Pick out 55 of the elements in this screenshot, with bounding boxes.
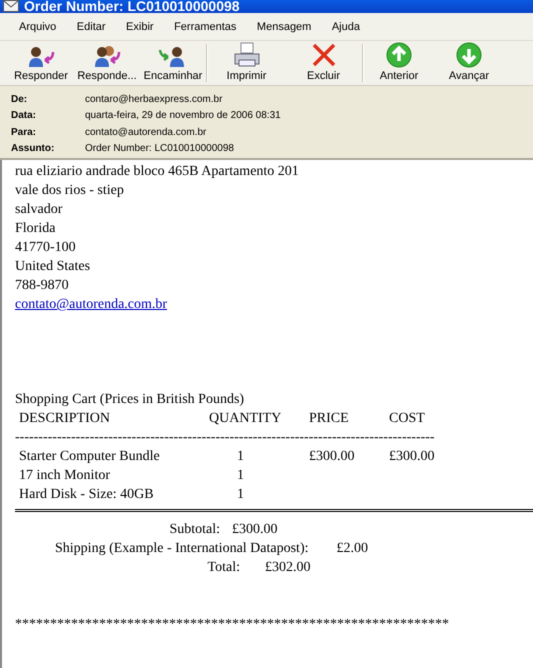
table-cell-text: 1	[236, 467, 245, 485]
address-line: salvador	[15, 201, 64, 219]
menu-item[interactable]: Editar	[76, 20, 106, 32]
dashed-separator: ------------------------------------------------------------------------------------------	[15, 429, 436, 447]
toolbar-button[interactable]: Excluir	[285, 41, 362, 85]
toolbar-button[interactable]: Imprimir	[208, 41, 285, 85]
address-line: 788-9870	[15, 277, 70, 295]
column-header: PRICE	[309, 410, 350, 428]
total-value: £302.00	[264, 559, 310, 577]
total-label: Subtotal:	[168, 521, 220, 539]
address-line: 41770-100	[15, 239, 77, 257]
total-value: £300.00	[231, 521, 278, 539]
header-label: Para:	[11, 126, 38, 138]
column-header: COST	[389, 410, 425, 428]
address-line: United States	[15, 258, 92, 276]
header-label: De:	[11, 94, 28, 105]
cart-title: Shopping Cart (Prices in British Pounds)	[15, 391, 246, 409]
menu-item[interactable]: Ajuda	[332, 20, 360, 32]
table-cell-text: £300.00	[309, 448, 356, 466]
total-value: £2.00	[336, 540, 368, 558]
table-cell-text: £300.00	[389, 448, 434, 466]
header-value: quarta-feira, 29 de novembro de 2006 08:31	[85, 110, 281, 122]
table-cell-text: 17 inch Monitor	[19, 467, 111, 485]
address-line: vale dos rios - stiep	[15, 182, 125, 200]
table-cell-text: 1	[236, 448, 245, 466]
printer-icon	[232, 42, 262, 68]
toolbar-button[interactable]: Encaminhar	[140, 41, 206, 85]
header-value: Order Number: LC010010000098	[85, 143, 234, 154]
header-label: Data:	[11, 110, 38, 122]
menu-item[interactable]: Exibir	[126, 20, 154, 32]
menu-item[interactable]: Ferramentas	[174, 20, 236, 32]
menu-item[interactable]: Arquivo	[19, 20, 56, 32]
person-arrow-icon	[92, 44, 122, 68]
header-label: Assunto:	[11, 143, 56, 154]
table-cell-text: 1	[236, 486, 245, 504]
email-link[interactable]: contato@autorenda.com.br	[15, 297, 168, 312]
total-label: Total:	[206, 559, 240, 577]
table-cell-text: Hard Disk - Size: 40GB	[19, 486, 155, 504]
column-header: QUANTITY	[209, 410, 282, 428]
table-cell-text: Starter Computer Bundle	[19, 448, 161, 466]
header-value: contaro@herbaexpress.com.br	[85, 94, 222, 105]
window-title: Order Number: LC010010000098	[24, 0, 240, 13]
person-arrow-icon	[26, 44, 56, 68]
toolbar-button[interactable]: Responder	[8, 41, 74, 85]
asterisk-line: **************************************************************	[15, 616, 450, 634]
column-header: DESCRIPTION	[19, 410, 112, 428]
toolbar-button[interactable]: Anterior	[364, 41, 434, 85]
total-label: Shipping (Example - International Datapost):	[55, 540, 308, 558]
address-line: rua eliziario andrade bloco 465B Apartamento 201	[15, 163, 300, 181]
header-value: contato@autorenda.com.br	[85, 126, 206, 138]
toolbar-button[interactable]: Avançar	[434, 41, 504, 85]
address-line: Florida	[15, 220, 56, 238]
menu-item[interactable]: Mensagem	[256, 20, 312, 32]
delete-x-icon	[310, 42, 336, 68]
toolbar-button[interactable]: Responde...	[74, 41, 140, 85]
